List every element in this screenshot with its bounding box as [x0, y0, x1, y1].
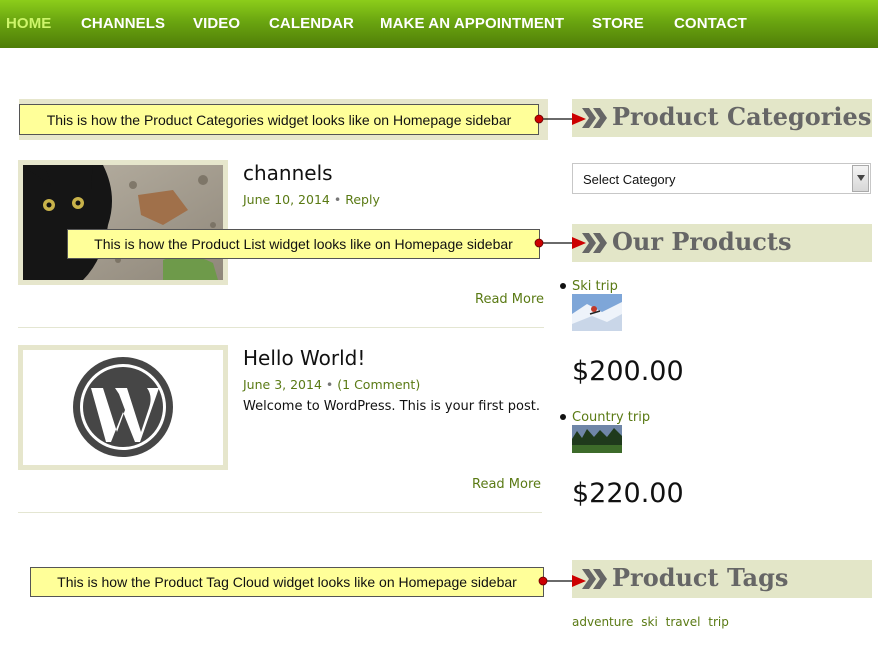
- product-categories-widget-header: Product Categories: [572, 99, 872, 137]
- post-thumbnail-channels[interactable]: [18, 160, 228, 285]
- post-meta: June 10, 2014 • Reply: [243, 192, 380, 207]
- annotation-arrows: [534, 113, 586, 587]
- nav-home[interactable]: HOME: [6, 15, 51, 32]
- annotation-product-tag-cloud: This is how the Product Tag Cloud widget…: [30, 567, 544, 597]
- category-select-value: Select Category: [583, 172, 676, 187]
- comments-link[interactable]: (1 Comment): [337, 377, 420, 392]
- widget-title: Product Tags: [612, 563, 789, 592]
- post-divider: [18, 512, 542, 513]
- widget-title: Our Products: [612, 227, 792, 256]
- nav-video[interactable]: VIDEO: [193, 15, 240, 32]
- dropdown-arrow-icon[interactable]: [852, 165, 869, 192]
- post-title[interactable]: Hello World!: [243, 346, 365, 370]
- post-meta: June 3, 2014 • (1 Comment): [243, 377, 420, 392]
- post-divider: [18, 327, 544, 328]
- tag-cloud: adventure ski travel trip: [572, 615, 733, 629]
- top-navigation-bar: HOME CHANNELS VIDEO CALENDAR MAKE AN APP…: [0, 0, 878, 48]
- product-link-ski-trip[interactable]: Ski trip: [572, 279, 618, 294]
- tag-link[interactable]: travel: [666, 615, 701, 629]
- annotation-product-categories: This is how the Product Categories widge…: [19, 104, 539, 135]
- post-thumbnail-hello-world[interactable]: [18, 345, 228, 470]
- double-chevron-icon: [582, 108, 607, 128]
- post-date: June 10, 2014: [243, 192, 330, 207]
- read-more-link[interactable]: Read More: [472, 477, 541, 492]
- product-price: $200.00: [572, 356, 684, 387]
- tag-link[interactable]: trip: [708, 615, 729, 629]
- product-link-country-trip[interactable]: Country trip: [572, 410, 650, 425]
- double-chevron-icon: [582, 233, 607, 253]
- meta-separator: •: [325, 377, 334, 392]
- list-bullet: [560, 414, 566, 420]
- skier-photo[interactable]: [572, 294, 622, 331]
- nav-store[interactable]: STORE: [592, 15, 644, 32]
- post-excerpt: Welcome to WordPress. This is your first…: [243, 399, 540, 414]
- nav-make-an-appointment[interactable]: MAKE AN APPOINTMENT: [380, 15, 564, 32]
- post-title[interactable]: channels: [243, 161, 333, 185]
- black-kitten-photo: [23, 165, 223, 280]
- read-more-link[interactable]: Read More: [475, 292, 544, 307]
- tag-link[interactable]: adventure: [572, 615, 633, 629]
- post-date: June 3, 2014: [243, 377, 322, 392]
- nav-channels[interactable]: CHANNELS: [81, 15, 165, 32]
- meta-separator: •: [333, 192, 342, 207]
- nav-contact[interactable]: CONTACT: [674, 15, 747, 32]
- our-products-widget-header: Our Products: [572, 224, 872, 262]
- reply-link[interactable]: Reply: [345, 192, 380, 207]
- tag-link[interactable]: ski: [641, 615, 658, 629]
- category-select[interactable]: Select Category: [572, 163, 871, 194]
- list-bullet: [560, 283, 566, 289]
- product-price: $220.00: [572, 478, 684, 509]
- annotation-product-list: This is how the Product List widget look…: [67, 229, 540, 259]
- forest-photo[interactable]: [572, 425, 622, 453]
- widget-title: Product Categories: [612, 102, 872, 131]
- nav-calendar[interactable]: CALENDAR: [269, 15, 354, 32]
- wordpress-logo-icon: [23, 350, 223, 465]
- double-chevron-icon: [582, 569, 607, 589]
- product-tags-widget-header: Product Tags: [572, 560, 872, 598]
